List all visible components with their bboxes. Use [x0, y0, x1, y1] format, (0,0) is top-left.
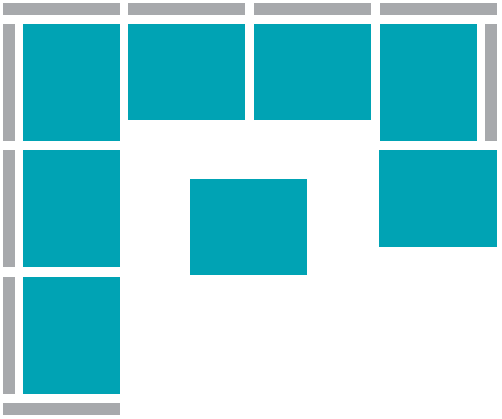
chaise-extension	[379, 150, 497, 247]
seat-top-2	[128, 24, 245, 120]
backrest-bottom-left	[3, 403, 120, 415]
backrest-left-2	[3, 150, 15, 267]
backrest-left-1	[3, 24, 15, 141]
backrest-right-arm	[485, 24, 497, 141]
ottoman	[190, 179, 307, 275]
backrest-top-3	[254, 3, 371, 15]
seat-top-3	[254, 24, 371, 120]
seat-top-4	[380, 24, 477, 141]
backrest-left-3	[3, 277, 15, 394]
seat-left-2	[23, 150, 120, 267]
backrest-top-4	[380, 3, 497, 15]
seat-corner	[23, 24, 120, 141]
backrest-top-left-corner	[3, 3, 120, 15]
backrest-top-2	[128, 3, 245, 15]
sectional-sofa-diagram	[0, 0, 502, 419]
seat-left-3	[23, 277, 120, 394]
